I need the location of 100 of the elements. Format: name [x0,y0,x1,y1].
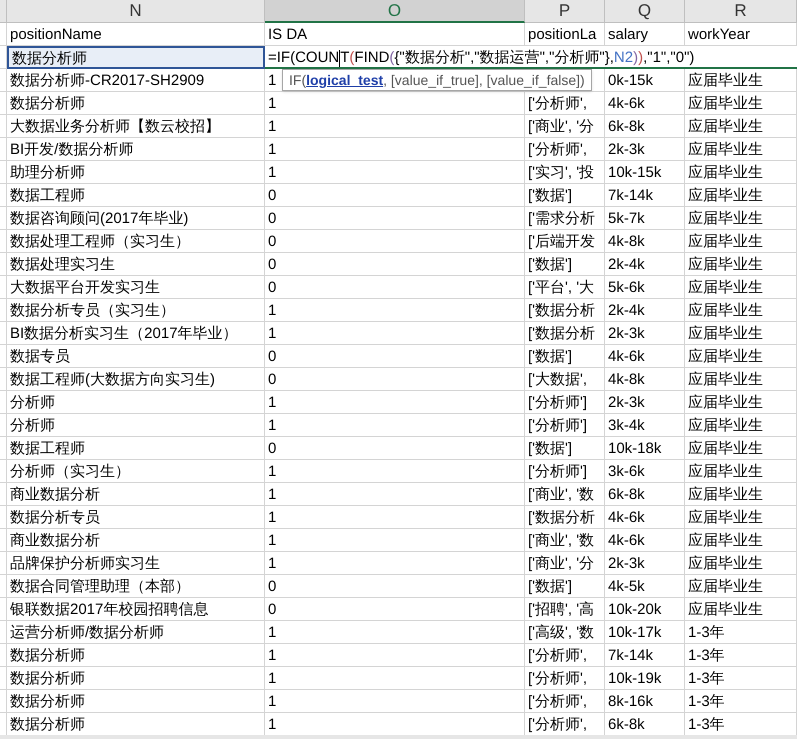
table-cell: 0 [265,253,525,276]
table-cell: 应届毕业生 [685,598,797,621]
table-cell: 应届毕业生 [685,184,797,207]
table-cell: ['数据'] [525,437,605,460]
table-cell: 应届毕业生 [685,115,797,138]
table-cell: 1 [265,552,525,575]
table-cell: 应届毕业生 [685,276,797,299]
table-cell: 数据工程师 [7,184,265,207]
table-cell: 应届毕业生 [685,460,797,483]
table-cell: 10k-15k [605,161,685,184]
table-cell: 1 [265,115,525,138]
column-header[interactable] [0,0,7,23]
table-cell: 数据工程师(大数据方向实习生) [7,368,265,391]
table-cell: 4k-8k [605,368,685,391]
function-tooltip: IF(logical_test, [value_if_true], [value_if_false]) [282,69,592,91]
table-cell: ['招聘', '高 [525,598,605,621]
table-cell: ['数据分析 [525,322,605,345]
table-cell: 4k-6k [605,506,685,529]
table-cell: 数据分析师-CR2017-SH2909 [7,69,265,92]
table-cell: 应届毕业生 [685,529,797,552]
table-cell: 银联数据2017年校园招聘信息 [7,598,265,621]
column-header[interactable]: P [525,0,605,23]
table-cell: ['分析师', [525,690,605,713]
table-cell: ['数据分析 [525,299,605,322]
table-cell: 1 [265,529,525,552]
table-cell: ['需求分析 [525,207,605,230]
table-cell: ['分析师'] [525,414,605,437]
table-cell: ['分析师'] [525,460,605,483]
column-header[interactable]: O [265,0,525,23]
table-cell: 商业数据分析 [7,529,265,552]
table-cell: 应届毕业生 [685,437,797,460]
table-cell: 3k-4k [605,414,685,437]
table-cell: 数据合同管理助理（本部） [7,575,265,598]
table-cell: 大数据业务分析师【数云校招】 [7,115,265,138]
table-cell: 应届毕业生 [685,207,797,230]
table-cell: 1 [265,690,525,713]
table-cell: 1-3年 [685,667,797,690]
table-cell: 2k-3k [605,322,685,345]
table-cell: 2k-4k [605,299,685,322]
table-cell: 大数据平台开发实习生 [7,276,265,299]
table-cell: ['平台', '大 [525,276,605,299]
table-cell: 6k-8k [605,483,685,506]
table-cell: 应届毕业生 [685,299,797,322]
table-cell: 数据咨询顾问(2017年毕业) [7,207,265,230]
table-cell: 10k-18k [605,437,685,460]
table-cell: 数据处理工程师（实习生） [7,230,265,253]
table-cell: 应届毕业生 [685,161,797,184]
table-cell: 应届毕业生 [685,69,797,92]
table-cell: 数据工程师 [7,437,265,460]
table-cell: ['商业', '数 [525,483,605,506]
table-cell: ['数据分析 [525,506,605,529]
table-cell: 应届毕业生 [685,483,797,506]
table-cell: 应届毕业生 [685,575,797,598]
table-cell: ['数据'] [525,575,605,598]
table-cell: BI数据分析实习生（2017年毕业） [7,322,265,345]
table-cell: ['商业', '分 [525,552,605,575]
table-cell: ['商业', '数 [525,529,605,552]
table-cell: 分析师（实习生） [7,460,265,483]
table-cell: 0 [265,437,525,460]
table-cell: 8k-16k [605,690,685,713]
table-cell: 品牌保护分析师实习生 [7,552,265,575]
table-cell: ['实习', '投 [525,161,605,184]
table-cell: 助理分析师 [7,161,265,184]
table-cell: 4k-6k [605,529,685,552]
table-cell: 应届毕业生 [685,253,797,276]
table-cell: 2k-3k [605,552,685,575]
table-cell: 5k-6k [605,276,685,299]
table-cell: ['分析师', [525,644,605,667]
table-cell: ['高级', '数 [525,621,605,644]
column-header[interactable]: Q [605,0,685,23]
table-cell: 1 [265,414,525,437]
table-cell: 0 [265,368,525,391]
table-cell: 应届毕业生 [685,345,797,368]
table-cell: 2k-3k [605,391,685,414]
table-cell: 0 [265,184,525,207]
column-header[interactable]: N [7,0,265,23]
table-cell: 商业数据分析 [7,483,265,506]
table-cell: 1-3年 [685,690,797,713]
table-cell: 0k-15k [605,69,685,92]
table-cell: 1 [265,483,525,506]
table-cell: 数据分析专员（实习生） [7,299,265,322]
table-cell: 10k-19k [605,667,685,690]
table-cell: 4k-8k [605,230,685,253]
table-cell: 数据分析师 [7,644,265,667]
table-cell: 1 [265,644,525,667]
table-cell: 应届毕业生 [685,552,797,575]
column-header[interactable]: R [685,0,797,23]
table-cell: 1 [265,92,525,115]
table-cell: ['分析师', [525,667,605,690]
table-cell: 1 [265,506,525,529]
table-cell: ['大数据', [525,368,605,391]
table-cell: 10k-17k [605,621,685,644]
selected-cell[interactable]: 数据分析师 [7,46,265,69]
table-cell: 10k-20k [605,598,685,621]
table-cell: 1 [265,621,525,644]
table-cell: 1 [265,667,525,690]
table-cell: 2k-3k [605,138,685,161]
table-cell: 数据处理实习生 [7,253,265,276]
table-cell: 分析师 [7,391,265,414]
table-cell: 1 [265,161,525,184]
